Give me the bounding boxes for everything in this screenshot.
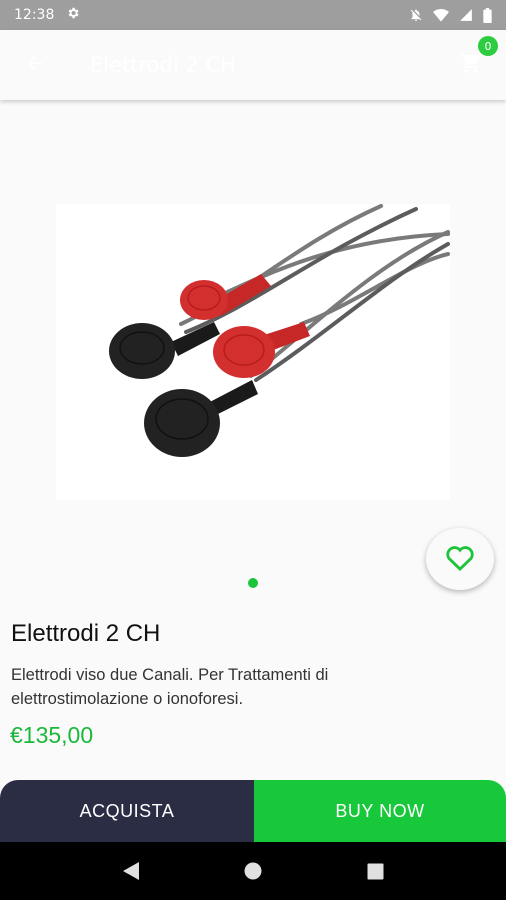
buy-now-button[interactable]: BUY NOW bbox=[254, 780, 506, 842]
home-circle-icon bbox=[244, 862, 262, 880]
back-arrow-icon bbox=[24, 52, 46, 78]
recents-square-icon bbox=[367, 863, 383, 879]
battery-icon bbox=[483, 7, 492, 23]
nav-home-button[interactable] bbox=[233, 851, 273, 891]
action-buttons: ACQUISTA BUY NOW bbox=[0, 780, 506, 842]
acquista-button[interactable]: ACQUISTA bbox=[0, 780, 254, 842]
nav-recents-button[interactable] bbox=[355, 851, 395, 891]
product-image[interactable] bbox=[56, 204, 450, 500]
cart-icon bbox=[459, 51, 483, 79]
back-button[interactable] bbox=[20, 50, 50, 80]
electrodes-image bbox=[109, 204, 450, 457]
cart-count-badge: 0 bbox=[478, 36, 498, 56]
page-title: Elettrodi 2 CH bbox=[90, 53, 236, 77]
signal-icon bbox=[459, 8, 473, 22]
favorite-button[interactable] bbox=[426, 528, 494, 590]
navigation-bar bbox=[0, 842, 506, 900]
gear-icon bbox=[66, 6, 80, 24]
product-description: Elettrodi viso due Canali. Per Trattamen… bbox=[11, 666, 329, 708]
wifi-icon bbox=[433, 8, 449, 22]
back-triangle-icon bbox=[123, 862, 139, 880]
status-bar: 12:38 bbox=[0, 0, 506, 30]
product-name: Elettrodi 2 CH bbox=[11, 620, 161, 647]
product-price: €135,00 bbox=[10, 722, 94, 748]
heart-icon bbox=[442, 540, 478, 578]
cart-button[interactable]: 0 bbox=[456, 36, 498, 80]
app-bar: Elettrodi 2 CH 0 bbox=[0, 30, 506, 100]
status-time: 12:38 bbox=[14, 7, 55, 23]
nav-back-button[interactable] bbox=[111, 851, 151, 891]
notifications-off-icon bbox=[409, 7, 423, 23]
carousel-indicator[interactable] bbox=[248, 578, 258, 588]
